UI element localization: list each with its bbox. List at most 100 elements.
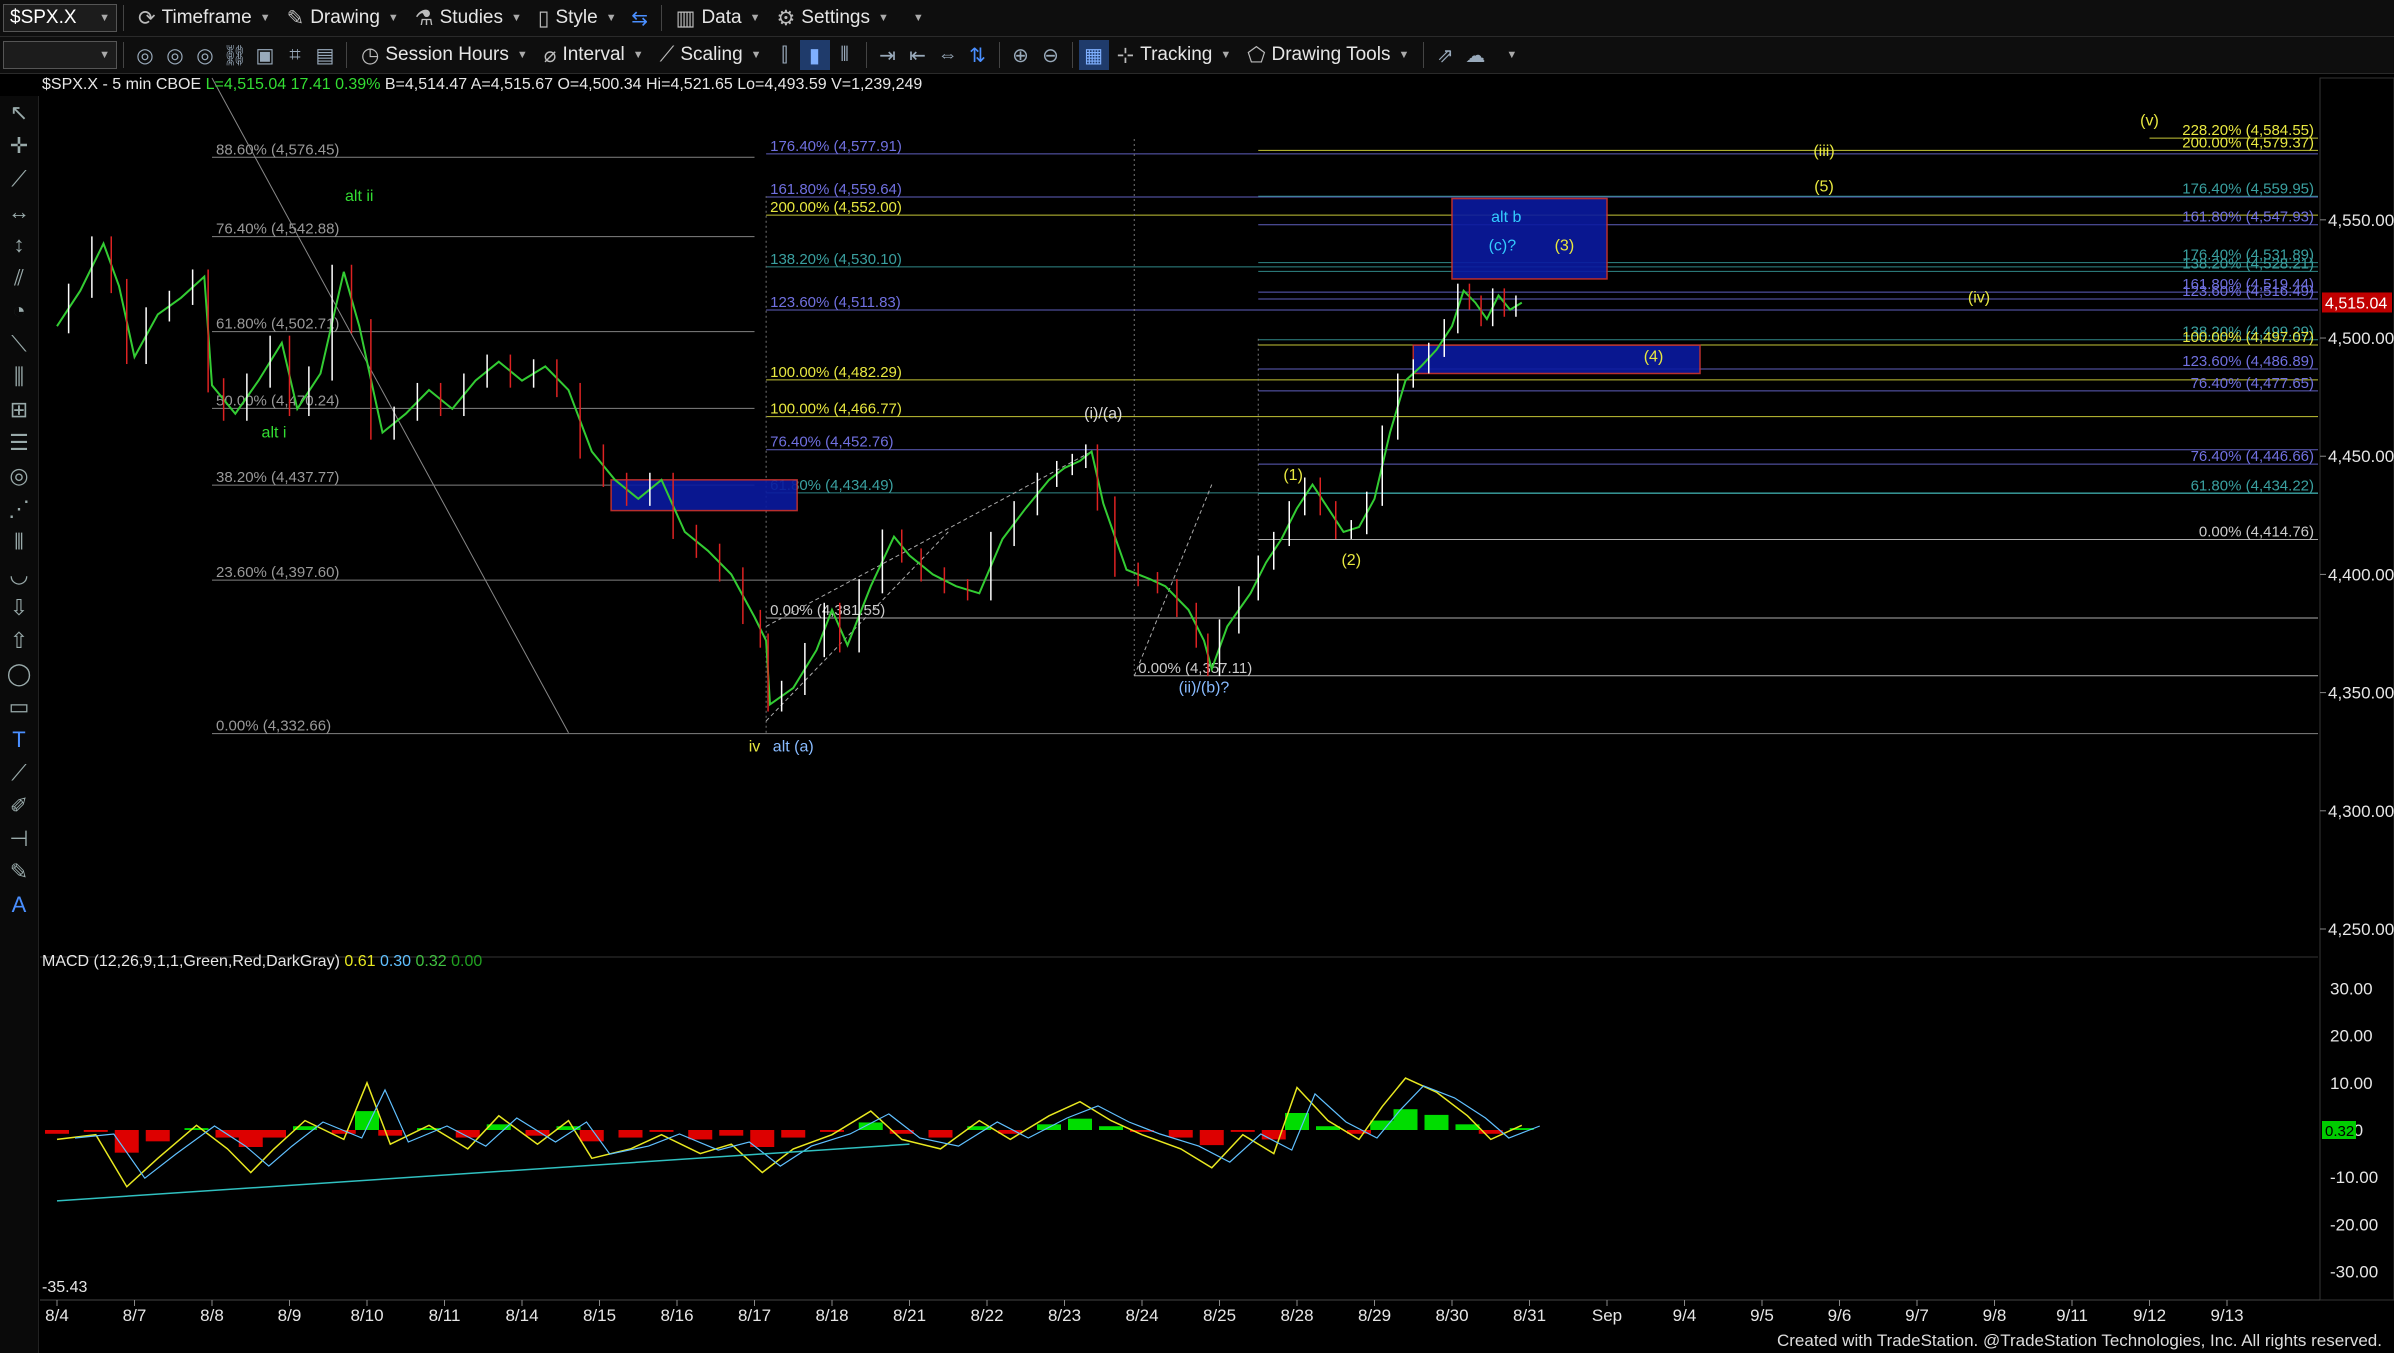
- fib-label: 76.40% (4,452.76): [770, 434, 893, 451]
- chevron-down-icon[interactable]: ▼: [99, 12, 110, 24]
- macd-tick-label: 20.00: [2330, 1027, 2373, 1046]
- circle-tool-icon[interactable]: ◎: [130, 40, 160, 70]
- header-field: A=4,515.67: [471, 76, 558, 93]
- fib-retracement-icon[interactable]: ☰: [0, 426, 38, 459]
- image-icon[interactable]: ▣: [250, 40, 280, 70]
- fib-label: 176.40% (4,577.91): [770, 138, 902, 155]
- compress-icon[interactable]: ⇥: [873, 40, 903, 70]
- x-tick-label: 8/18: [815, 1306, 848, 1325]
- data-menu[interactable]: ▥ Data ▼: [668, 3, 769, 33]
- header-field: V=1,239,249: [831, 76, 922, 93]
- gann-icon[interactable]: ⦀: [0, 525, 38, 558]
- symbol-field[interactable]: $SPX.X ▼: [3, 4, 117, 32]
- interval-menu[interactable]: ⌀ Interval ▼: [536, 40, 652, 70]
- grid-icon[interactable]: ▦: [1078, 40, 1109, 70]
- macd-histogram-bar: [1424, 1114, 1449, 1130]
- scaling-menu[interactable]: ⟋ Scaling ▼: [652, 40, 770, 70]
- ruler-icon[interactable]: ⟋: [0, 756, 38, 789]
- overflow-menu[interactable]: ▼: [1490, 40, 1525, 70]
- ray-icon[interactable]: ⟍: [0, 327, 38, 360]
- anchor-icon[interactable]: ⊣: [0, 822, 38, 855]
- wave-label: (1): [1283, 467, 1303, 484]
- fibonacci-levels: 88.60% (4,576.45) 76.40% (4,542.88) 61.80%…: [212, 122, 2318, 735]
- macd-low-label: -35.43: [42, 1279, 87, 1296]
- spiral-icon[interactable]: ◎: [0, 459, 38, 492]
- timeframe-menu[interactable]: ⟳ Timeframe ▼: [130, 3, 279, 33]
- style-menu[interactable]: ▯ Style ▼: [530, 3, 625, 33]
- layout-icon[interactable]: ⇅: [963, 40, 993, 70]
- last-price-label: 4,515.04: [2325, 295, 2387, 312]
- fib-label: 176.40% (4,559.95): [2182, 180, 2314, 197]
- wave-label: (2): [1341, 552, 1361, 569]
- bars-icon[interactable]: ⫼: [0, 360, 38, 393]
- text-box-icon[interactable]: A: [0, 888, 38, 921]
- drawing-menu[interactable]: ✎ Drawing ▼: [279, 3, 407, 33]
- clock-icon: ◷: [361, 43, 380, 67]
- down-arrow-icon[interactable]: ⇩: [0, 591, 38, 624]
- fib-label: 38.20% (4,437.77): [216, 469, 339, 486]
- workspace-field[interactable]: ▼: [3, 41, 117, 69]
- eraser-icon[interactable]: ✐: [0, 789, 38, 822]
- cloud-icon[interactable]: ☁: [1460, 40, 1490, 70]
- macd-histogram-bar: [688, 1130, 713, 1140]
- crosshair-icon[interactable]: ✛: [0, 129, 38, 162]
- zoom-in-icon[interactable]: ⊕: [1006, 40, 1036, 70]
- main-toolbar: $SPX.X ▼ ⟳ Timeframe ▼ ✎ Drawing ▼ ⚗ Studies ▼ …: [0, 0, 2394, 37]
- macd-histogram-bar: [1168, 1130, 1193, 1138]
- zoom-out-icon[interactable]: ⊖: [1036, 40, 1066, 70]
- circle-tool-icon[interactable]: ◎: [160, 40, 190, 70]
- text-tool-icon[interactable]: T: [0, 723, 38, 756]
- scroll-icon[interactable]: ⇔: [933, 40, 963, 70]
- circle-tool-icon[interactable]: ◎: [190, 40, 220, 70]
- pointer-icon[interactable]: ↖: [0, 96, 38, 129]
- macd-histogram-bar: [1316, 1126, 1340, 1130]
- vertical-line-icon[interactable]: ↕: [0, 228, 38, 261]
- overflow-menu[interactable]: ▼: [897, 3, 932, 33]
- target-box: [1451, 197, 1608, 280]
- channel-icon[interactable]: ⫽: [0, 261, 38, 294]
- layout-icon[interactable]: ⇆: [625, 3, 655, 33]
- chevron-down-icon: ▼: [1398, 49, 1410, 61]
- cycle-icon[interactable]: ◔: [0, 294, 38, 327]
- macd-tick-label: -20.00: [2330, 1215, 2378, 1234]
- drawing-tools-label: Drawing Tools: [1271, 44, 1391, 65]
- link-icon[interactable]: ⛓: [220, 40, 250, 70]
- drawing-tools-menu[interactable]: ⬠ Drawing Tools ▼: [1239, 40, 1417, 70]
- horizontal-line-icon[interactable]: ↔: [0, 195, 38, 228]
- timeframe-icon: ⟳: [138, 6, 156, 30]
- bar-chart-icon[interactable]: ⫿: [770, 40, 800, 70]
- fib-label: 50.00% (4,470.24): [216, 392, 339, 409]
- trendline-icon[interactable]: ⟋: [0, 162, 38, 195]
- wave-label: (c)?: [1489, 238, 1517, 255]
- arc-icon[interactable]: ◡: [0, 558, 38, 591]
- scan-icon[interactable]: ⌗: [280, 40, 310, 70]
- fib-label: 61.80% (4,434.22): [2191, 478, 2314, 495]
- header-field: 17.41: [291, 76, 335, 93]
- ellipse-icon[interactable]: ◯: [0, 657, 38, 690]
- macd-histogram-bar: [579, 1130, 604, 1142]
- snapshot-icon[interactable]: ▤: [310, 40, 340, 70]
- fib-label: 161.80% (4,547.93): [2182, 209, 2314, 226]
- y-tick-label: 4,250.00: [2328, 920, 2394, 939]
- flask-icon: ⚗: [414, 6, 434, 30]
- speed-lines-icon[interactable]: ⋰: [0, 492, 38, 525]
- date-axis: 8/4 8/7 8/8 8/9 8/10 8/11 8/14 8/15 8/16 8/17 8/18…: [40, 1299, 2320, 1325]
- brush-icon[interactable]: ✎: [0, 855, 38, 888]
- up-arrow-icon[interactable]: ⇧: [0, 624, 38, 657]
- fib-extension-icon[interactable]: ⊞: [0, 393, 38, 426]
- tracking-menu[interactable]: ⊹ Tracking ▼: [1109, 40, 1240, 70]
- separator: [123, 42, 124, 68]
- macd-histogram-bar: [719, 1130, 744, 1136]
- session-hours-menu[interactable]: ◷ Session Hours ▼: [353, 40, 536, 70]
- expand-icon[interactable]: ⇤: [903, 40, 933, 70]
- rectangle-icon[interactable]: ▭: [0, 690, 38, 723]
- settings-menu[interactable]: ⚙ Settings ▼: [768, 3, 896, 33]
- candlestick-icon[interactable]: ▮: [799, 40, 830, 70]
- export-icon[interactable]: ⇗: [1430, 40, 1460, 70]
- scaling-icon: ⟋: [659, 43, 675, 66]
- y-tick-label: 4,450.00: [2328, 447, 2394, 466]
- studies-menu[interactable]: ⚗ Studies ▼: [407, 3, 530, 33]
- chevron-down-icon: ▼: [605, 12, 617, 24]
- y-tick-label: 4,500.00: [2328, 329, 2394, 348]
- ohlc-icon[interactable]: ⫴: [830, 40, 860, 70]
